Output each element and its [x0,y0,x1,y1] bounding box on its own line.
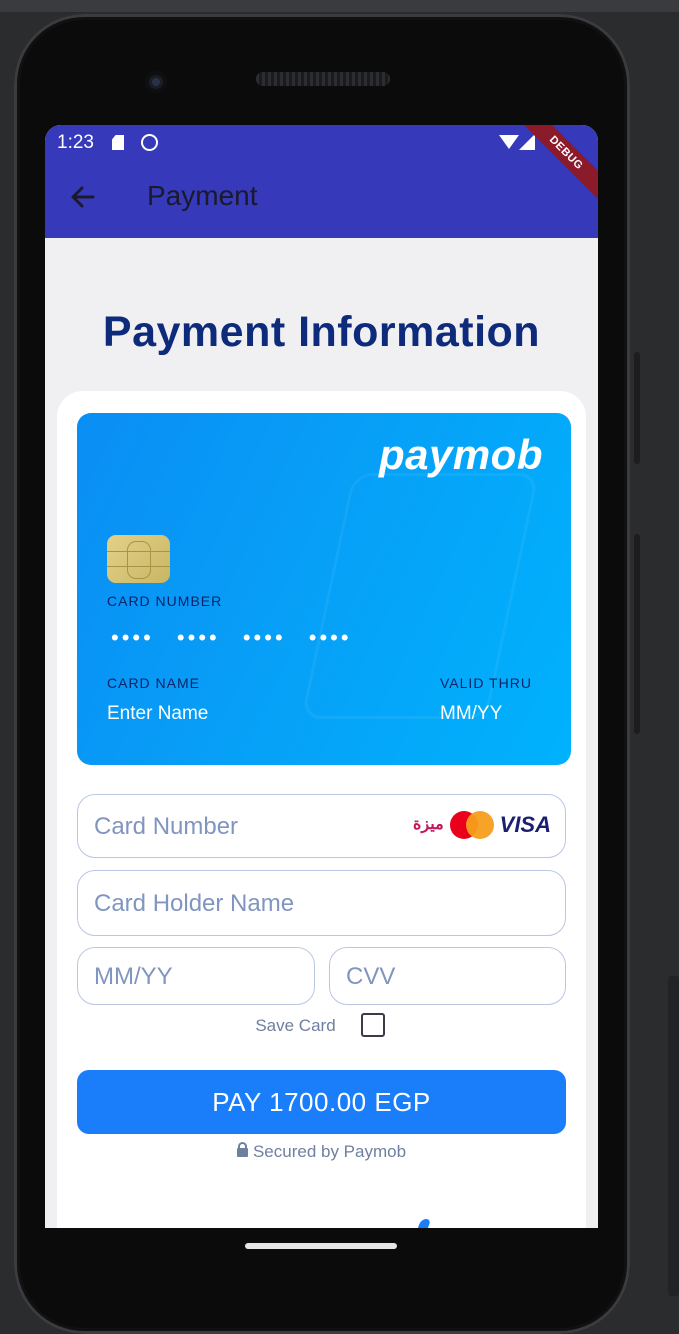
card-number-mask: •••• •••• •••• •••• [111,625,352,650]
card-name-value: Enter Name [107,703,209,724]
pay-button[interactable]: PAY 1700.00 EGP [77,1070,566,1134]
lock-icon [236,1142,248,1157]
save-card-row: Save Card [45,1013,598,1037]
home-indicator[interactable] [245,1243,397,1249]
status-bar: 1:23 [45,125,598,161]
card-number-label: CARD NUMBER [107,593,223,609]
face-icon [141,134,158,151]
emulator-toolbar [0,0,679,13]
wifi-icon [499,135,519,149]
expiry-field[interactable] [77,947,315,1006]
app-bar-title: Payment [147,180,258,211]
mastercard-logo [449,811,494,839]
card-holder-input[interactable] [92,871,437,937]
meeza-logo: ميزة [413,816,444,833]
chip-icon [107,535,170,583]
power-button[interactable] [634,352,640,464]
card-number-field[interactable]: ميزة VISA [77,794,566,859]
signal-icon [519,134,535,150]
save-card-label: Save Card [255,1016,336,1035]
earpiece-speaker [256,72,390,86]
cvv-input[interactable] [344,948,513,1006]
volume-button[interactable] [634,534,640,734]
side-edge [668,976,679,1296]
back-arrow-icon[interactable] [67,181,99,213]
card-number-input[interactable] [92,795,437,859]
cvv-field[interactable] [329,947,566,1006]
visa-logo: VISA [499,812,551,837]
card-holder-field[interactable] [77,870,566,937]
card-brand-text: paymob [378,431,543,478]
secured-text: Secured by Paymob [252,1142,407,1161]
page-title: Payment Information [102,308,541,356]
app-bar: 1:23 DEBUG Payment [45,125,598,238]
valid-thru-label: VALID THRU [440,675,532,691]
sd-card-icon [112,135,124,150]
expiry-input[interactable] [92,948,262,1006]
credit-card-preview: paymob CARD NUMBER •••• •••• •••• •••• C… [77,413,571,765]
card-network-logos: ميزة VISA [413,809,551,841]
card-brand-logo: paymob [379,431,543,479]
status-time: 1:23 [57,132,94,153]
secured-note: Secured by Paymob [45,1142,598,1162]
valid-thru-value: MM/YY [440,703,503,724]
screen: 1:23 DEBUG Payment Payment Information p… [45,125,598,1228]
save-card-checkbox[interactable] [361,1013,385,1037]
card-name-label: CARD NAME [107,675,201,691]
front-camera [145,71,167,93]
